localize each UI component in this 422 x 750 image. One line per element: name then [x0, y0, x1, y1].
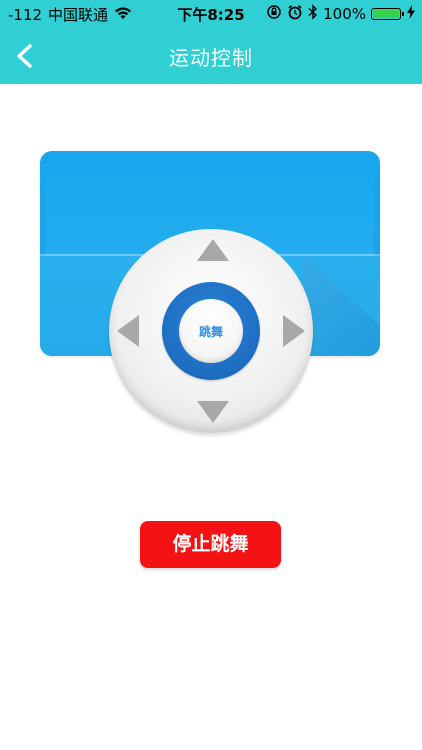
down-arrow-button[interactable] — [197, 401, 229, 423]
battery-percent: 100% — [323, 5, 366, 23]
page-title: 运动控制 — [169, 46, 253, 70]
nav-bar: 运动控制 — [0, 28, 422, 84]
center-ring: 跳舞 — [162, 282, 260, 380]
status-bar: -112 中国联通 下午8:25 100% — [0, 0, 422, 28]
stop-dance-button[interactable]: 停止跳舞 — [140, 521, 281, 568]
bluetooth-icon — [308, 4, 318, 24]
right-arrow-button[interactable] — [283, 315, 305, 347]
dance-center-button[interactable]: 跳舞 — [179, 299, 243, 363]
status-right: 100% — [266, 4, 416, 24]
alarm-icon — [287, 4, 303, 24]
screen: -112 中国联通 下午8:25 100% 运动控制 跳舞 停止跳舞 — [0, 0, 422, 750]
direction-pad: 跳舞 — [109, 229, 313, 433]
battery-level — [373, 10, 399, 18]
up-arrow-button[interactable] — [197, 239, 229, 261]
left-arrow-button[interactable] — [117, 315, 139, 347]
orientation-lock-icon — [266, 4, 282, 24]
charging-icon — [406, 5, 416, 23]
dance-center-label: 跳舞 — [198, 324, 223, 339]
battery-icon — [371, 8, 404, 20]
